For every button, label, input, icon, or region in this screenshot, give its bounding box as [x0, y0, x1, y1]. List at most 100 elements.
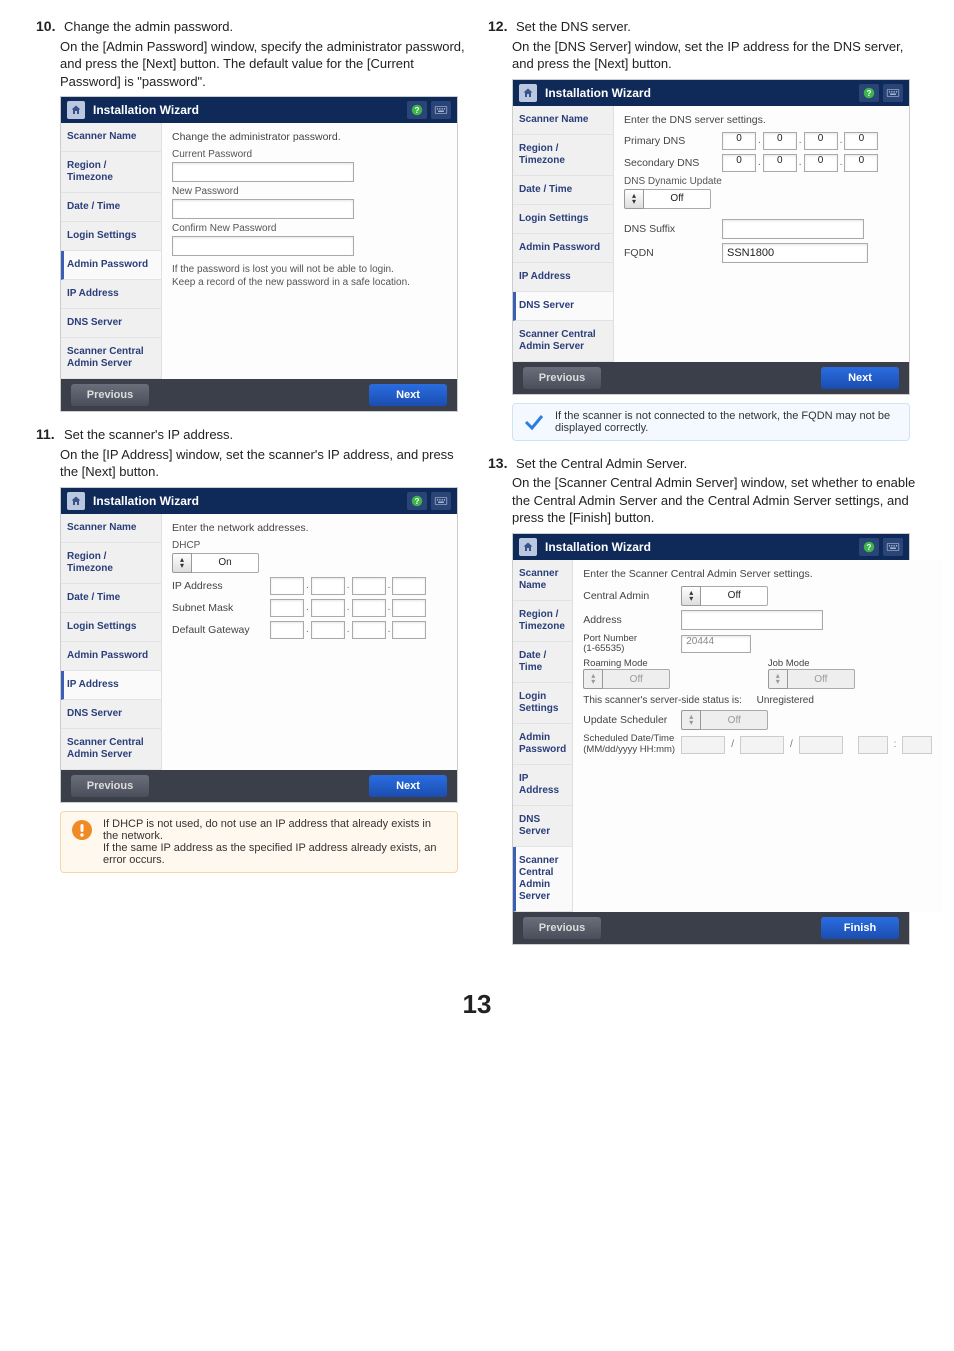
- sidebar-item-dns[interactable]: DNS Server: [513, 292, 613, 321]
- pane-description: Enter the Scanner Central Admin Server s…: [583, 568, 932, 580]
- help-icon[interactable]: ?: [407, 101, 427, 119]
- sidebar-item-ip[interactable]: IP Address: [61, 671, 161, 700]
- previous-button[interactable]: Previous: [71, 775, 149, 797]
- sidebar-item-scanner-name[interactable]: Scanner Name: [61, 514, 161, 543]
- update-scheduler-toggle[interactable]: ▴▾ Off: [681, 710, 768, 730]
- help-icon[interactable]: ?: [859, 84, 879, 102]
- home-icon[interactable]: [67, 101, 85, 119]
- sidebar-item-dns[interactable]: DNS Server: [61, 309, 161, 338]
- next-button[interactable]: Next: [821, 367, 899, 389]
- dns-suffix-input[interactable]: [722, 219, 864, 239]
- central-admin-toggle[interactable]: ▴▾ Off: [681, 586, 768, 606]
- label-new-password: New Password: [172, 186, 447, 197]
- sidebar-item-admin-password[interactable]: Admin Password: [513, 234, 613, 263]
- sidebar-item-region[interactable]: Region / Timezone: [513, 135, 613, 176]
- sidebar-item-admin-password[interactable]: Admin Password: [61, 251, 161, 280]
- current-password-input[interactable]: [172, 162, 354, 182]
- sidebar-item-ip[interactable]: IP Address: [61, 280, 161, 309]
- previous-button[interactable]: Previous: [71, 384, 149, 406]
- sidebar-item-central[interactable]: Scanner Central Admin Server: [513, 321, 613, 362]
- keyboard-icon[interactable]: [883, 84, 903, 102]
- two-columns: 10. Change the admin password. On the [A…: [36, 18, 918, 959]
- sidebar-item-login[interactable]: Login Settings: [513, 205, 613, 234]
- sidebar-item-region[interactable]: Region / Timezone: [61, 543, 161, 584]
- step-number: 13.: [488, 455, 512, 471]
- sidebar-item-region[interactable]: Region / Timezone: [513, 601, 572, 642]
- sidebar-item-central[interactable]: Scanner Central Admin Server: [513, 847, 572, 912]
- address-input[interactable]: [681, 610, 823, 630]
- scheduled-datetime-input[interactable]: // :: [681, 736, 932, 754]
- sidebar-item-scanner-name[interactable]: Scanner Name: [61, 123, 161, 152]
- sidebar-item-central[interactable]: Scanner Central Admin Server: [61, 729, 161, 770]
- sidebar-item-datetime[interactable]: Date / Time: [513, 176, 613, 205]
- fqdn-input[interactable]: SSN1800: [722, 243, 868, 263]
- previous-button[interactable]: Previous: [523, 917, 601, 939]
- home-icon[interactable]: [519, 84, 537, 102]
- sidebar-item-login[interactable]: Login Settings: [61, 613, 161, 642]
- home-icon[interactable]: [519, 538, 537, 556]
- sidebar-item-login[interactable]: Login Settings: [513, 683, 572, 724]
- left-column: 10. Change the admin password. On the [A…: [36, 18, 466, 959]
- keyboard-icon[interactable]: [431, 492, 451, 510]
- label-confirm-password: Confirm New Password: [172, 223, 447, 234]
- stepper-icon: ▴▾: [681, 710, 701, 730]
- sidebar-item-region[interactable]: Region / Timezone: [61, 152, 161, 193]
- next-button[interactable]: Next: [369, 384, 447, 406]
- sidebar-item-central[interactable]: Scanner Central Admin Server: [61, 338, 161, 379]
- sidebar-item-dns[interactable]: DNS Server: [61, 700, 161, 729]
- page: 10. Change the admin password. On the [A…: [0, 0, 954, 1060]
- port-number-input[interactable]: 20444: [681, 635, 751, 653]
- callout-info: If the scanner is not connected to the n…: [512, 403, 910, 441]
- help-icon[interactable]: ?: [859, 538, 879, 556]
- job-mode-toggle[interactable]: ▴▾ Off: [768, 669, 933, 689]
- status-value: Unregistered: [757, 695, 814, 706]
- dhcp-value: On: [192, 553, 259, 573]
- sidebar-item-login[interactable]: Login Settings: [61, 222, 161, 251]
- help-icon[interactable]: ?: [407, 492, 427, 510]
- note-password-record: Keep a record of the new password in a s…: [172, 277, 447, 288]
- job-mode-value: Off: [788, 669, 855, 689]
- sidebar-item-scanner-name[interactable]: Scanner Name: [513, 560, 572, 601]
- keyboard-icon[interactable]: [431, 101, 451, 119]
- dns-dynamic-update-toggle[interactable]: ▴▾ Off: [624, 189, 899, 209]
- note-password-lost: If the password is lost you will not be …: [172, 264, 447, 275]
- sidebar-item-ip[interactable]: IP Address: [513, 263, 613, 292]
- stepper-icon: ▴▾: [172, 553, 192, 573]
- previous-button[interactable]: Previous: [523, 367, 601, 389]
- sidebar-item-datetime[interactable]: Date / Time: [513, 642, 572, 683]
- step-11: 11. Set the scanner's IP address. On the…: [36, 426, 466, 873]
- keyboard-icon[interactable]: [883, 538, 903, 556]
- sidebar-item-ip[interactable]: IP Address: [513, 765, 572, 806]
- label-scheduled-datetime: Scheduled Date/Time(MM/dd/yyyy HH:mm): [583, 734, 675, 755]
- sidebar-item-dns[interactable]: DNS Server: [513, 806, 572, 847]
- confirm-password-input[interactable]: [172, 236, 354, 256]
- pane-description: Change the administrator password.: [172, 131, 447, 143]
- sidebar-item-datetime[interactable]: Date / Time: [61, 193, 161, 222]
- wizard-footer: Previous Finish: [513, 912, 909, 944]
- right-column: 12. Set the DNS server. On the [DNS Serv…: [488, 18, 918, 959]
- gateway-input[interactable]: ...: [270, 621, 426, 639]
- label-primary-dns: Primary DNS: [624, 135, 716, 147]
- svg-text:?: ?: [867, 543, 872, 552]
- next-button[interactable]: Next: [369, 775, 447, 797]
- step-number: 11.: [36, 426, 60, 442]
- label-port-number: Port Number(1-65535): [583, 634, 675, 655]
- step-12: 12. Set the DNS server. On the [DNS Serv…: [488, 18, 918, 441]
- sidebar-item-scanner-name[interactable]: Scanner Name: [513, 106, 613, 135]
- new-password-input[interactable]: [172, 199, 354, 219]
- home-icon[interactable]: [67, 492, 85, 510]
- secondary-dns-input[interactable]: 0.0.0.0: [722, 154, 878, 172]
- sidebar-item-admin-password[interactable]: Admin Password: [513, 724, 572, 765]
- step-body: On the [Scanner Central Admin Server] wi…: [512, 474, 918, 527]
- subnet-mask-input[interactable]: ...: [270, 599, 426, 617]
- roaming-mode-toggle[interactable]: ▴▾ Off: [583, 669, 748, 689]
- dhcp-toggle[interactable]: ▴▾ On: [172, 553, 447, 573]
- finish-button[interactable]: Finish: [821, 917, 899, 939]
- ip-address-input[interactable]: ...: [270, 577, 426, 595]
- sidebar-item-admin-password[interactable]: Admin Password: [61, 642, 161, 671]
- primary-dns-input[interactable]: 0.0.0.0: [722, 132, 878, 150]
- wizard-titlebar: Installation Wizard ?: [61, 97, 457, 123]
- sidebar-item-datetime[interactable]: Date / Time: [61, 584, 161, 613]
- dns-dynamic-value: Off: [644, 189, 711, 209]
- step-title: Set the scanner's IP address.: [64, 426, 233, 444]
